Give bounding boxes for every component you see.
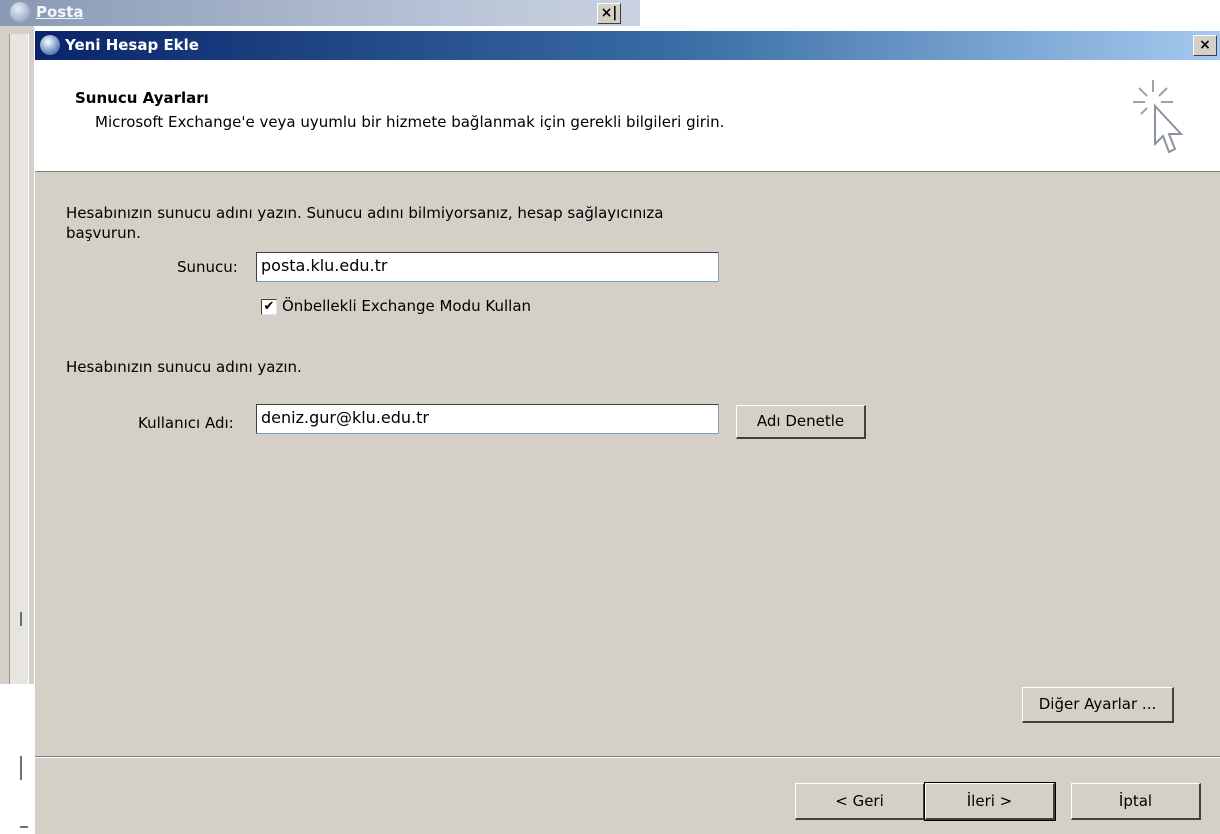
username-input[interactable]: deniz.gur@klu.edu.tr (256, 404, 719, 434)
check-name-button[interactable]: Adı Denetle (736, 405, 866, 439)
server-input[interactable]: posta.klu.edu.tr (256, 252, 719, 282)
check-icon: ✔ (263, 299, 275, 314)
app-icon (40, 35, 60, 55)
background-titlebar[interactable]: Posta ×| (0, 0, 640, 26)
page-title: Sunucu Ayarları (75, 89, 209, 107)
background-scrollbar[interactable] (9, 34, 29, 684)
cached-mode-checkbox[interactable]: ✔ (261, 299, 277, 315)
app-icon (10, 2, 30, 22)
footer-divider-highlight (35, 757, 1220, 758)
server-label: Sunucu: (177, 258, 238, 276)
background-edge-mark (20, 612, 22, 626)
background-edge-mark (20, 756, 22, 780)
user-instruction: Hesabınızın sunucu adını yazın. (66, 358, 302, 376)
back-button[interactable]: < Geri (795, 783, 925, 820)
add-account-dialog: Yeni Hesap Ekle × Sunucu Ayarları Micros… (34, 31, 1220, 834)
dialog-title: Yeni Hesap Ekle (65, 36, 199, 54)
cancel-button[interactable]: İptal (1071, 783, 1201, 820)
dialog-titlebar[interactable]: Yeni Hesap Ekle × (35, 31, 1220, 60)
server-instruction-line2: başvurun. (66, 224, 141, 242)
cached-mode-label[interactable]: Önbellekli Exchange Modu Kullan (282, 297, 531, 315)
background-window-title: Posta (36, 3, 84, 21)
background-panel (0, 684, 34, 834)
background-edge-mark (20, 826, 28, 828)
background-close-icon[interactable]: ×| (597, 3, 621, 24)
page-subtitle: Microsoft Exchange'e veya uyumlu bir hiz… (95, 113, 725, 131)
next-button[interactable]: İleri > (924, 782, 1056, 821)
username-label: Kullanıcı Adı: (138, 414, 234, 432)
close-icon[interactable]: × (1193, 35, 1217, 56)
wizard-cursor-icon (1133, 80, 1184, 154)
more-settings-button[interactable]: Diğer Ayarlar ... (1022, 687, 1174, 723)
server-instruction-line1: Hesabınızın sunucu adını yazın. Sunucu a… (66, 204, 664, 222)
